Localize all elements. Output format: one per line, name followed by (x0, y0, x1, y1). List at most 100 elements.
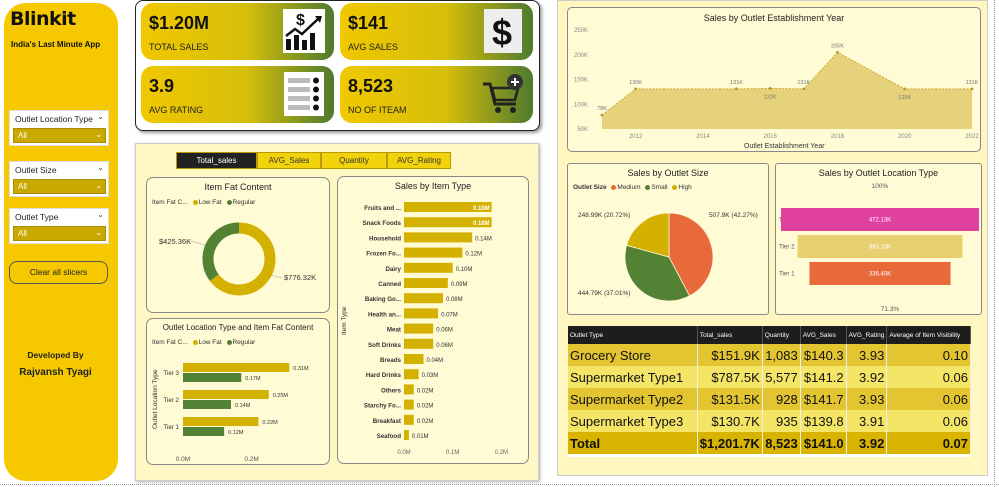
table-cell: $131.5K (697, 388, 763, 410)
tick-label-y: Others (381, 387, 402, 394)
column-header[interactable]: Total_sales (697, 326, 763, 344)
est-year-chart[interactable]: Outlet Establishment Year 250K 200K 150K 10… (568, 8, 982, 153)
slicer-outlet-type: Outlet Type ⌄ All ⌄ (9, 208, 109, 244)
table-cell: 3.93 (846, 388, 888, 410)
kpi-caption: AVG SALES (348, 42, 398, 52)
table-cell: 0.06 (886, 410, 971, 432)
column-header[interactable]: Quantity (762, 326, 801, 344)
table-row[interactable]: Grocery Store $151.9K 1,083 $140.3 3.93 0.10 (568, 344, 971, 366)
chevron-icon[interactable]: ⌄ (97, 112, 104, 121)
slicer-dropdown[interactable]: All ⌄ (13, 226, 106, 241)
data-label: 0.06M (436, 343, 453, 349)
table-cell: 0.07 (886, 432, 971, 454)
tick-label-x: 0.0M (397, 450, 410, 456)
tick-label-y: Breads (380, 357, 402, 364)
tab-avg-sales[interactable]: AVG_Sales (257, 152, 321, 169)
slicer-label: Outlet Location Type (15, 114, 93, 124)
fat-donut-chart[interactable]: $425.36K $776.32K (147, 208, 331, 312)
table-row[interactable]: Supermarket Type3 $130.7K 935 $139.8 3.91 0.0… (568, 410, 971, 432)
donut-label-regular: $425.36K (159, 237, 191, 246)
kpi-caption: TOTAL SALES (149, 42, 209, 52)
table-cell: $787.5K (697, 366, 763, 388)
pie-label-high: 248.99K (20.72%) (578, 212, 630, 219)
data-point (802, 87, 806, 91)
est-year-card: Sales by Outlet Establishment Year Outle… (567, 7, 981, 152)
data-label: 131K (797, 80, 810, 86)
tick-label-x: 2020 (898, 134, 912, 140)
bar-regular (183, 373, 242, 382)
tick-label-x: 2022 (965, 134, 979, 140)
bar (404, 399, 414, 410)
location-fat-chart[interactable]: Outlet Location Type Tier 3 0.31M 0.17M Tie… (147, 349, 331, 464)
rating-list-icon (284, 72, 324, 116)
slicer-dropdown[interactable]: All ⌄ (13, 179, 106, 194)
data-label: 0.18M (473, 206, 490, 212)
data-label: 0.31M (293, 366, 309, 372)
clear-slicers-button[interactable]: Clear all slicers (9, 261, 108, 284)
data-label: 472.13K (869, 218, 891, 224)
bar (404, 247, 463, 258)
donut-label-lowfat: $776.32K (284, 273, 316, 282)
tick-label-y: Fruits and ... (364, 205, 401, 212)
kpi-value: $141 (348, 13, 389, 33)
kpi-item-count: 8,523 NO OF ITEAM (340, 66, 533, 123)
bar (404, 323, 434, 334)
table-cell: $130.7K (697, 410, 763, 432)
tick-label-y: Hard Drinks (366, 372, 402, 379)
bar-regular (183, 400, 231, 409)
legend-item: Medium (617, 184, 641, 191)
location-funnel-chart[interactable]: 100% 71.3% Tier 3472.13KTier 2393.15KTie… (776, 164, 983, 316)
table-cell: Grocery Store (568, 344, 698, 366)
location-type-card: Sales by Outlet Location Type 100% 71.3%… (775, 163, 982, 315)
item-type-chart[interactable]: Item Type Fruits and ... 0.18M Snack Foods… (338, 195, 530, 463)
tick-label-y: Seafood (377, 433, 402, 440)
table-cell: Supermarket Type2 (568, 388, 698, 410)
bar (404, 430, 409, 440)
column-header[interactable]: AVG_Rating (846, 326, 888, 344)
kpi-caption: NO OF ITEAM (348, 105, 407, 115)
table-row[interactable]: Supermarket Type1 $787.5K 5,577 $141.2 3.92 0… (568, 366, 971, 388)
table-cell: 0.06 (886, 388, 971, 410)
tick-label-x: 0.2M (244, 456, 258, 463)
data-label: 129K (898, 95, 911, 101)
tick-label-y: 100K (574, 102, 588, 108)
tick-label-y: Tier 1 (163, 424, 179, 431)
column-header[interactable]: AVG_Sales (800, 326, 847, 344)
tick-label-y: Breakfast (373, 418, 401, 425)
data-label: 336.40K (869, 272, 891, 278)
outlet-size-pie[interactable]: 507.9K (42.27%) 444.79K (37.01%) 248.99K… (568, 192, 770, 314)
tab-total-sales[interactable]: Total_sales (176, 152, 257, 169)
column-header[interactable]: Average of Item Visibility (886, 326, 971, 344)
data-label: 130K (629, 80, 642, 86)
kpi-value: $1.20M (149, 13, 210, 33)
developed-by-label: Developed By (27, 350, 84, 360)
table-header: Outlet Type Total_sales Quantity AVG_Sales A… (568, 326, 971, 344)
slicer-label: Outlet Size (15, 165, 57, 175)
data-label: 205K (831, 43, 844, 49)
data-label: 131K (730, 80, 743, 86)
tick-label-y: Baking Go... (365, 296, 401, 303)
axis-label-y: Outlet Location Type (152, 369, 159, 429)
chart-legend: Item Fat C... Low Fat Regular (152, 199, 255, 206)
data-label: 0.02M (417, 388, 434, 394)
chevron-icon[interactable]: ⌄ (97, 210, 104, 219)
kpi-value: 8,523 (348, 76, 394, 96)
bar (404, 414, 414, 425)
slicer-dropdown[interactable]: All ⌄ (13, 128, 106, 143)
bar (404, 293, 443, 304)
tab-avg-rating[interactable]: AVG_Rating (387, 152, 451, 169)
funnel-bottom-pct: 71.3% (881, 306, 900, 313)
column-header[interactable]: Outlet Type (568, 326, 698, 344)
data-label: 0.10M (456, 267, 473, 273)
slicer-label: Outlet Type (15, 212, 59, 222)
kpi-caption: AVG RATING (149, 105, 204, 115)
data-point (600, 113, 604, 117)
table-row[interactable]: Supermarket Type2 $131.5K 928 $141.7 3.93 0.0… (568, 388, 971, 410)
chevron-icon[interactable]: ⌄ (97, 163, 104, 172)
slicer-outlet-size: Outlet Size ⌄ All ⌄ (9, 161, 109, 197)
table-total-row[interactable]: Total $1,201.7K 8,523 $141.0 3.92 0.07 (568, 432, 971, 454)
tab-quantity[interactable]: Quantity (321, 152, 387, 169)
tick-label-y: 50K (577, 127, 588, 133)
data-label: 0.04M (426, 358, 443, 364)
fat-content-card: Item Fat Content Item Fat C... Low Fat R… (146, 177, 330, 313)
